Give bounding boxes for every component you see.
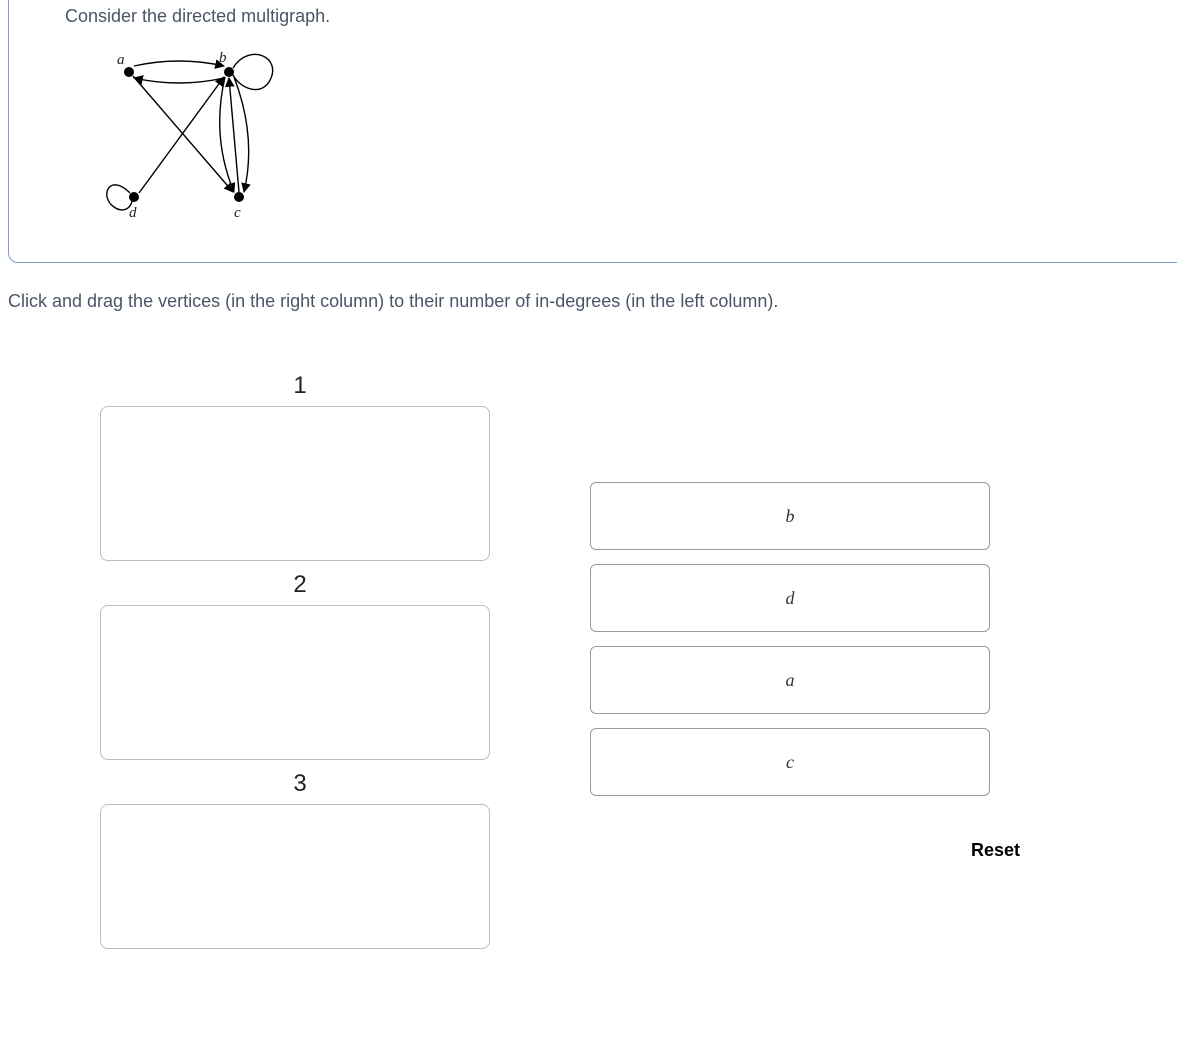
drop-zone-1[interactable] — [100, 406, 490, 561]
graph-figure: a b c d — [9, 27, 1177, 242]
drag-item-a[interactable]: a — [590, 646, 990, 714]
draggable-items-column: b d a c Reset — [500, 372, 1020, 959]
question-prompt: Consider the directed multigraph. — [9, 0, 1177, 27]
reset-button[interactable]: Reset — [590, 810, 1040, 861]
node-label-b: b — [219, 50, 227, 66]
drag-item-label: b — [786, 506, 795, 527]
target-label-1: 1 — [100, 372, 500, 400]
drop-targets-column: 1 2 3 — [0, 372, 500, 959]
instruction-text: Click and drag the vertices (in the righ… — [0, 263, 1177, 312]
multigraph-svg: a b c d — [99, 42, 299, 227]
drag-item-c[interactable]: c — [590, 728, 990, 796]
node-label-d: d — [129, 205, 137, 221]
drag-item-label: c — [786, 752, 794, 773]
target-label-3: 3 — [100, 770, 500, 798]
drop-zone-2[interactable] — [100, 605, 490, 760]
drag-item-d[interactable]: d — [590, 564, 990, 632]
drag-item-b[interactable]: b — [590, 482, 990, 550]
question-container: Consider the directed multigraph. a b c … — [8, 0, 1177, 263]
drag-item-label: d — [786, 588, 795, 609]
drag-drop-activity: 1 2 3 b d a c Reset — [0, 312, 1177, 959]
node-label-c: c — [234, 205, 241, 221]
target-label-2: 2 — [100, 571, 500, 599]
node-label-a: a — [117, 52, 125, 68]
drag-item-label: a — [786, 670, 795, 691]
drop-zone-3[interactable] — [100, 804, 490, 949]
